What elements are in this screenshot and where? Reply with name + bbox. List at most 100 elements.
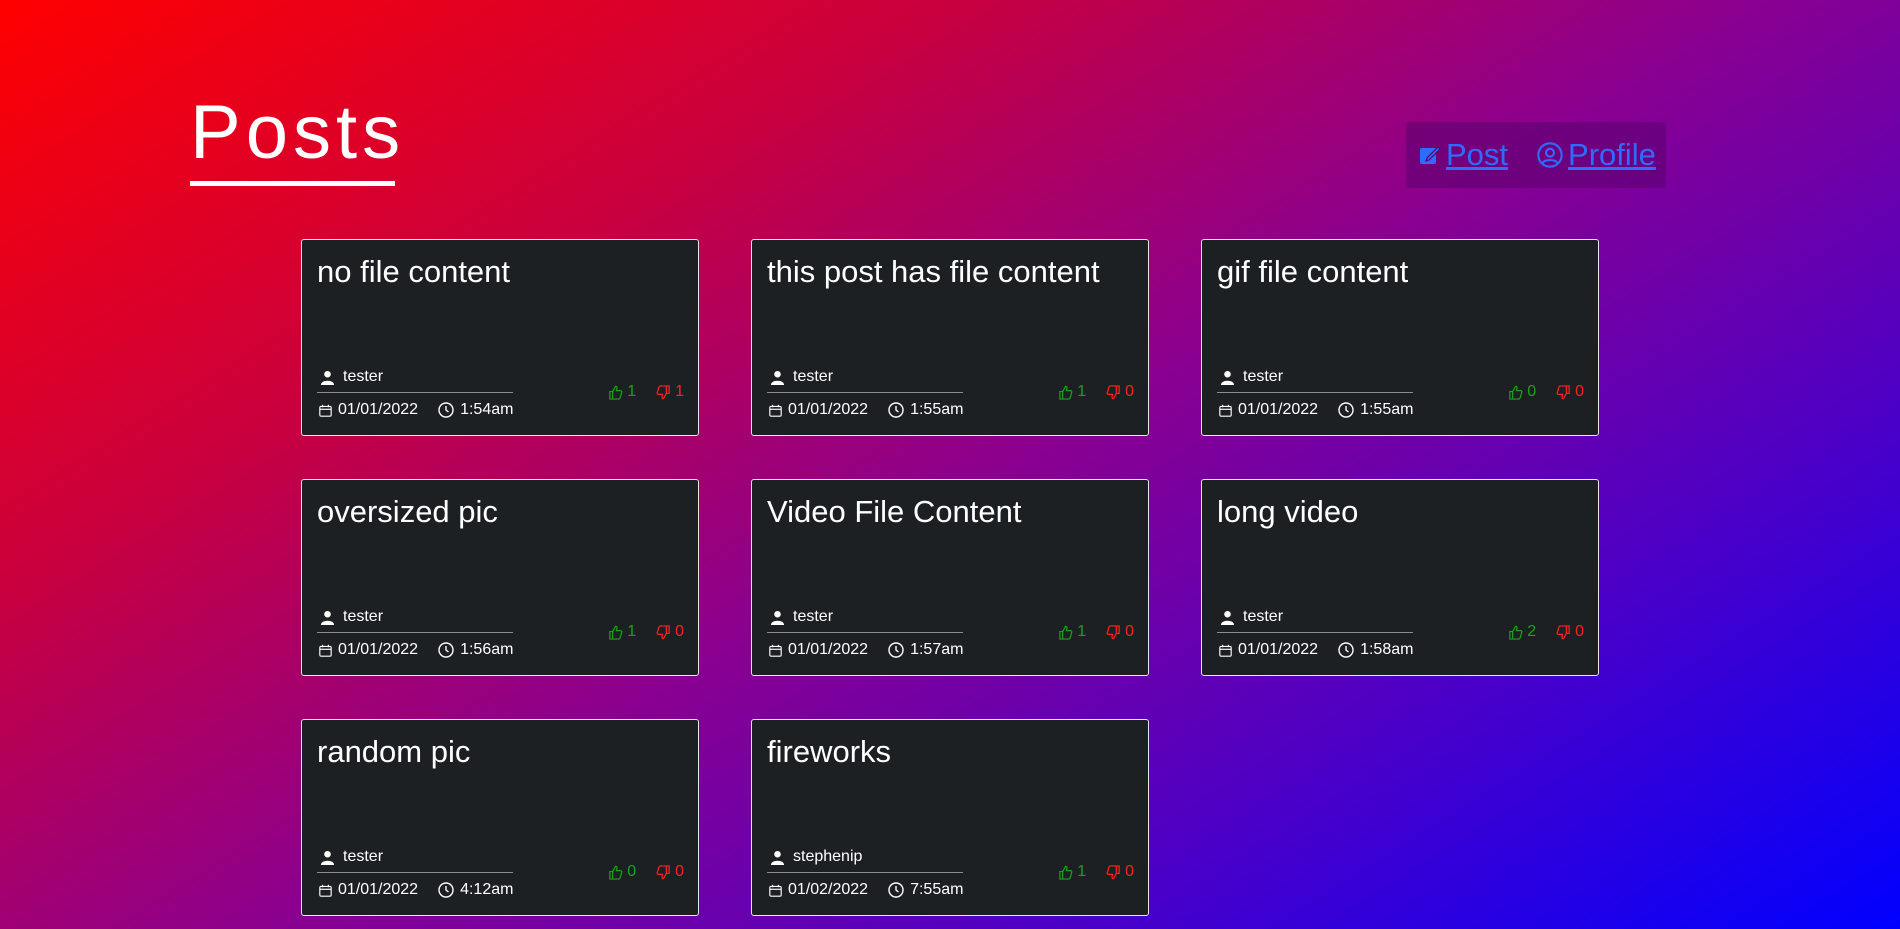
thumbs-down-icon bbox=[1556, 384, 1570, 399]
post-time: 1:54am bbox=[460, 401, 514, 418]
votes: 1 1 bbox=[608, 383, 684, 401]
dislike-count: 0 bbox=[675, 863, 684, 880]
post-title[interactable]: this post has file content bbox=[767, 254, 1100, 290]
dislike-count: 0 bbox=[1125, 863, 1134, 880]
dislike-button[interactable]: 0 bbox=[1556, 383, 1584, 401]
dislike-button[interactable]: 1 bbox=[656, 383, 684, 401]
post-meta: 01/01/2022 1:57am bbox=[769, 641, 963, 659]
like-button[interactable]: 1 bbox=[1058, 623, 1086, 641]
post-meta: 01/01/2022 1:58am bbox=[1219, 641, 1413, 659]
dislike-count: 0 bbox=[1125, 623, 1134, 640]
clock-icon bbox=[438, 642, 454, 658]
post-card[interactable]: fireworks stephenip 01/02/2022 7:55am 1 … bbox=[751, 719, 1149, 916]
post-card[interactable]: gif file content tester 01/01/2022 1:55a… bbox=[1201, 239, 1599, 436]
post-date: 01/01/2022 bbox=[338, 401, 419, 418]
thumbs-up-icon bbox=[1059, 385, 1073, 400]
thumbs-down-icon bbox=[656, 384, 670, 399]
profile-link[interactable]: Profile bbox=[1536, 137, 1656, 173]
post-card[interactable]: this post has file content tester 01/01/… bbox=[751, 239, 1149, 436]
post-time: 1:56am bbox=[460, 641, 514, 658]
person-icon bbox=[1220, 610, 1235, 625]
like-button[interactable]: 1 bbox=[1058, 383, 1086, 401]
post-time: 4:12am bbox=[460, 881, 514, 898]
dislike-button[interactable]: 0 bbox=[1106, 623, 1134, 641]
clock-icon bbox=[888, 642, 904, 658]
like-button[interactable]: 0 bbox=[1508, 383, 1536, 401]
divider bbox=[1217, 392, 1413, 393]
dislike-button[interactable]: 0 bbox=[1556, 623, 1584, 641]
dislike-count: 1 bbox=[675, 383, 684, 400]
dislike-count: 0 bbox=[1575, 623, 1584, 640]
dislike-button[interactable]: 0 bbox=[656, 863, 684, 881]
title-underline bbox=[190, 181, 395, 186]
post-time: 1:55am bbox=[1360, 401, 1414, 418]
post-author: stephenip bbox=[770, 848, 862, 866]
votes: 2 0 bbox=[1508, 623, 1584, 641]
divider bbox=[317, 632, 513, 633]
calendar-icon bbox=[1219, 644, 1232, 657]
post-title[interactable]: no file content bbox=[317, 254, 510, 290]
edit-square-icon bbox=[1420, 146, 1441, 164]
post-card[interactable]: random pic tester 01/01/2022 4:12am 0 0 bbox=[301, 719, 699, 916]
dislike-button[interactable]: 0 bbox=[1106, 863, 1134, 881]
divider bbox=[1217, 632, 1413, 633]
post-title[interactable]: gif file content bbox=[1217, 254, 1408, 290]
thumbs-up-icon bbox=[1059, 625, 1073, 640]
post-author: tester bbox=[320, 608, 383, 626]
post-card[interactable]: long video tester 01/01/2022 1:58am 2 0 bbox=[1201, 479, 1599, 676]
divider bbox=[767, 872, 963, 873]
post-time: 1:55am bbox=[910, 401, 964, 418]
like-button[interactable]: 1 bbox=[608, 623, 636, 641]
votes: 0 0 bbox=[1508, 383, 1584, 401]
dislike-count: 0 bbox=[675, 623, 684, 640]
post-title[interactable]: fireworks bbox=[767, 734, 891, 770]
votes: 1 0 bbox=[608, 623, 684, 641]
author-name: tester bbox=[793, 608, 834, 625]
calendar-icon bbox=[1219, 404, 1232, 417]
post-title[interactable]: random pic bbox=[317, 734, 470, 770]
post-card[interactable]: oversized pic tester 01/01/2022 1:56am 1… bbox=[301, 479, 699, 676]
post-time: 7:55am bbox=[910, 881, 964, 898]
author-name: tester bbox=[1243, 368, 1284, 385]
person-icon bbox=[320, 850, 335, 865]
person-icon bbox=[770, 610, 785, 625]
votes: 0 0 bbox=[608, 863, 684, 881]
top-nav: Post Profile bbox=[1406, 122, 1666, 188]
clock-icon bbox=[1338, 642, 1354, 658]
dislike-button[interactable]: 0 bbox=[656, 623, 684, 641]
person-icon bbox=[320, 370, 335, 385]
like-button[interactable]: 1 bbox=[1058, 863, 1086, 881]
calendar-icon bbox=[319, 404, 332, 417]
author-name: tester bbox=[1243, 608, 1284, 625]
post-card[interactable]: no file content tester 01/01/2022 1:54am… bbox=[301, 239, 699, 436]
thumbs-down-icon bbox=[1556, 624, 1570, 639]
post-author: tester bbox=[320, 848, 383, 866]
post-date: 01/02/2022 bbox=[788, 881, 869, 898]
thumbs-down-icon bbox=[1106, 864, 1120, 879]
divider bbox=[767, 392, 963, 393]
clock-icon bbox=[1338, 402, 1354, 418]
author-name: stephenip bbox=[793, 848, 863, 865]
post-time: 1:57am bbox=[910, 641, 964, 658]
votes: 1 0 bbox=[1058, 383, 1134, 401]
divider bbox=[317, 392, 513, 393]
thumbs-down-icon bbox=[656, 624, 670, 639]
calendar-icon bbox=[769, 884, 782, 897]
like-button[interactable]: 0 bbox=[608, 863, 636, 881]
thumbs-up-icon bbox=[1509, 385, 1523, 400]
like-count: 2 bbox=[1527, 623, 1537, 640]
post-date: 01/01/2022 bbox=[788, 641, 869, 658]
new-post-link[interactable]: Post bbox=[1418, 137, 1508, 173]
post-card[interactable]: Video File Content tester 01/01/2022 1:5… bbox=[751, 479, 1149, 676]
post-title[interactable]: oversized pic bbox=[317, 494, 498, 530]
calendar-icon bbox=[769, 404, 782, 417]
like-button[interactable]: 2 bbox=[1508, 623, 1536, 641]
dislike-button[interactable]: 0 bbox=[1106, 383, 1134, 401]
like-button[interactable]: 1 bbox=[608, 383, 636, 401]
post-author: tester bbox=[770, 608, 833, 626]
user-circle-icon bbox=[1537, 142, 1563, 168]
post-title[interactable]: long video bbox=[1217, 494, 1358, 530]
post-date: 01/01/2022 bbox=[338, 641, 419, 658]
post-meta: 01/01/2022 4:12am bbox=[319, 881, 513, 899]
post-title[interactable]: Video File Content bbox=[767, 494, 1021, 530]
